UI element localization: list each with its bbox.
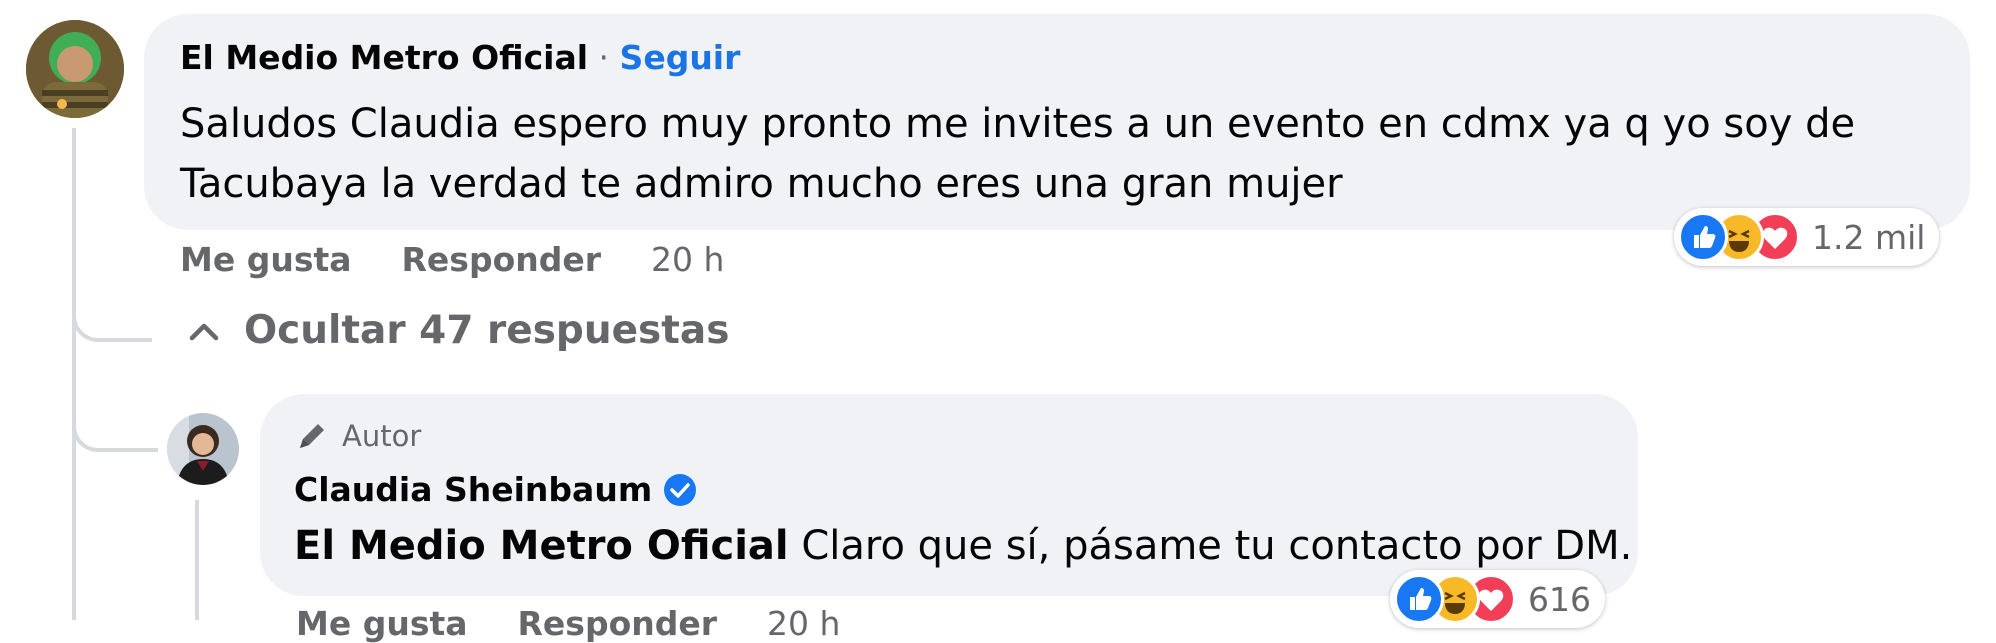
reply-reactions[interactable]: 616 xyxy=(1390,570,1605,628)
like-icon xyxy=(1394,574,1444,624)
reaction-count[interactable]: 1.2 mil xyxy=(1812,218,1925,257)
thread-line-reply xyxy=(195,500,199,620)
author-badge: Autor xyxy=(294,418,421,454)
hide-replies-label: Ocultar 47 respuestas xyxy=(244,308,730,353)
comment-text-line: Saludos Claudia espero muy pronto me inv… xyxy=(180,101,1856,147)
chevron-up-icon xyxy=(189,323,219,340)
comment-text: Saludos Claudia espero muy pronto me inv… xyxy=(180,94,1855,214)
avatar[interactable] xyxy=(26,20,124,118)
like-button[interactable]: Me gusta xyxy=(296,604,468,643)
reply-author-name[interactable]: Claudia Sheinbaum xyxy=(294,470,652,509)
comment-bubble: El Medio Metro Oficial · Seguir Saludos … xyxy=(144,14,1970,230)
reply-button[interactable]: Responder xyxy=(402,240,602,279)
reply-timestamp[interactable]: 20 h xyxy=(767,604,840,643)
comment-text-line: Tacubaya la verdad te admiro mucho eres … xyxy=(180,161,1343,207)
reply-text: El Medio Metro Oficial Claro que sí, pás… xyxy=(294,518,1632,574)
verified-badge-icon xyxy=(664,473,697,506)
comment-author-name[interactable]: El Medio Metro Oficial xyxy=(180,38,588,77)
avatar-image xyxy=(167,413,239,485)
reaction-count[interactable]: 616 xyxy=(1528,580,1591,619)
thread-line-main xyxy=(72,128,76,620)
reply-header: Claudia Sheinbaum xyxy=(294,470,698,509)
header-separator: · xyxy=(588,38,620,77)
follow-button[interactable]: Seguir xyxy=(620,38,741,77)
mention-link[interactable]: El Medio Metro Oficial xyxy=(294,523,789,569)
like-icon xyxy=(1678,212,1728,262)
thread-connector-toggle xyxy=(72,290,152,342)
reply-actions: Me gusta Responder 20 h xyxy=(296,604,840,643)
comment-timestamp[interactable]: 20 h xyxy=(651,240,724,279)
pencil-icon xyxy=(300,424,324,448)
reply-button[interactable]: Responder xyxy=(518,604,718,643)
hide-replies-button[interactable]: Ocultar 47 respuestas xyxy=(186,308,729,353)
like-button[interactable]: Me gusta xyxy=(180,240,352,279)
reply-avatar[interactable] xyxy=(167,413,239,485)
comment-actions: Me gusta Responder 20 h xyxy=(180,240,724,279)
avatar-image xyxy=(26,20,124,118)
thread-connector-reply xyxy=(72,400,158,452)
reply-bubble: Autor Claudia Sheinbaum El Medio Metro O… xyxy=(260,394,1638,596)
comment-reactions[interactable]: 1.2 mil xyxy=(1674,208,1940,266)
reply-message: Claro que sí, pásame tu contacto por DM. xyxy=(788,523,1633,569)
author-badge-label: Autor xyxy=(342,419,422,453)
comment-header: El Medio Metro Oficial · Seguir xyxy=(180,38,740,77)
